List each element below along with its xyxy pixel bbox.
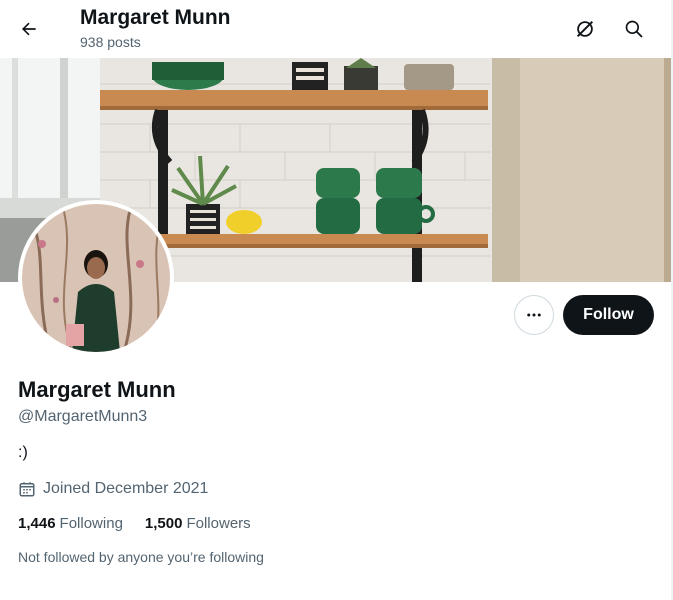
search-icon — [625, 20, 643, 38]
following-count: 1,446 — [18, 515, 56, 532]
grok-icon — [576, 20, 594, 38]
joined-text: Joined December 2021 — [43, 480, 209, 497]
more-options-button[interactable] — [514, 295, 554, 335]
post-count: 938 posts — [80, 34, 141, 50]
joined-date: Joined December 2021 — [18, 480, 208, 498]
more-icon — [527, 313, 541, 317]
profile-handle: @MargaretMunn3 — [18, 408, 148, 425]
grok-button[interactable] — [570, 14, 600, 44]
followers-count: 1,500 — [144, 515, 183, 532]
arrow-left-icon — [22, 22, 36, 36]
search-button[interactable] — [619, 14, 649, 44]
follow-button[interactable]: Follow — [563, 295, 654, 335]
following-link[interactable]: 1,446 Following — [18, 515, 123, 532]
profile-bio: :) — [18, 444, 28, 461]
followers-label: Followers — [186, 515, 251, 532]
profile-avatar[interactable] — [18, 200, 174, 356]
avatar-image — [22, 204, 170, 352]
header-title-block: Margaret Munn 938 posts — [80, 6, 231, 50]
header-title: Margaret Munn — [80, 6, 231, 29]
profile-name: Margaret Munn — [18, 377, 176, 402]
following-label: Following — [59, 515, 123, 532]
profile-stats: 1,446 Following 1,500 Followers — [18, 515, 273, 532]
back-button[interactable] — [14, 14, 44, 44]
followers-link[interactable]: 1,500 Followers — [145, 515, 251, 532]
calendar-icon — [18, 480, 36, 498]
mutual-followers-note: Not followed by anyone you’re following — [18, 549, 264, 565]
profile-header: Margaret Munn 938 posts — [0, 0, 673, 58]
